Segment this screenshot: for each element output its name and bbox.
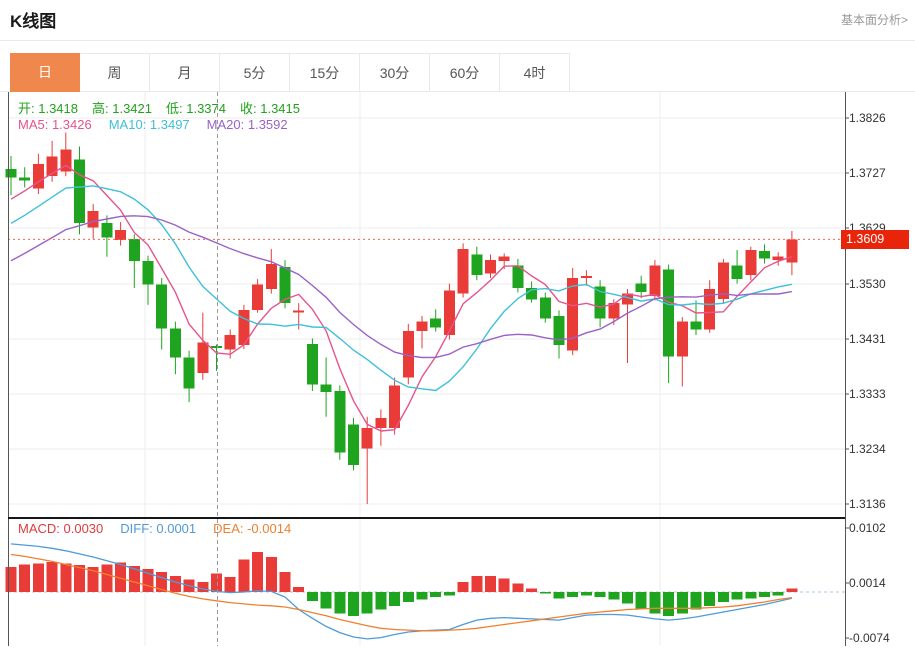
tab-day[interactable]: 日	[10, 53, 80, 92]
kline-chart-canvas[interactable]	[0, 0, 915, 649]
tab-week[interactable]: 周	[80, 53, 150, 92]
header-divider	[0, 40, 915, 41]
tab-m30[interactable]: 30分	[360, 53, 430, 92]
tab-m15[interactable]: 15分	[290, 53, 360, 92]
tab-month[interactable]: 月	[150, 53, 220, 92]
period-tabbar: 日周月5分15分30分60分4时	[10, 53, 570, 92]
fundamental-analysis-link[interactable]: 基本面分析>	[841, 11, 908, 28]
page-title: K线图	[10, 7, 56, 32]
tab-m5[interactable]: 5分	[220, 53, 290, 92]
tab-h4[interactable]: 4时	[500, 53, 570, 92]
tab-m60[interactable]: 60分	[430, 53, 500, 92]
